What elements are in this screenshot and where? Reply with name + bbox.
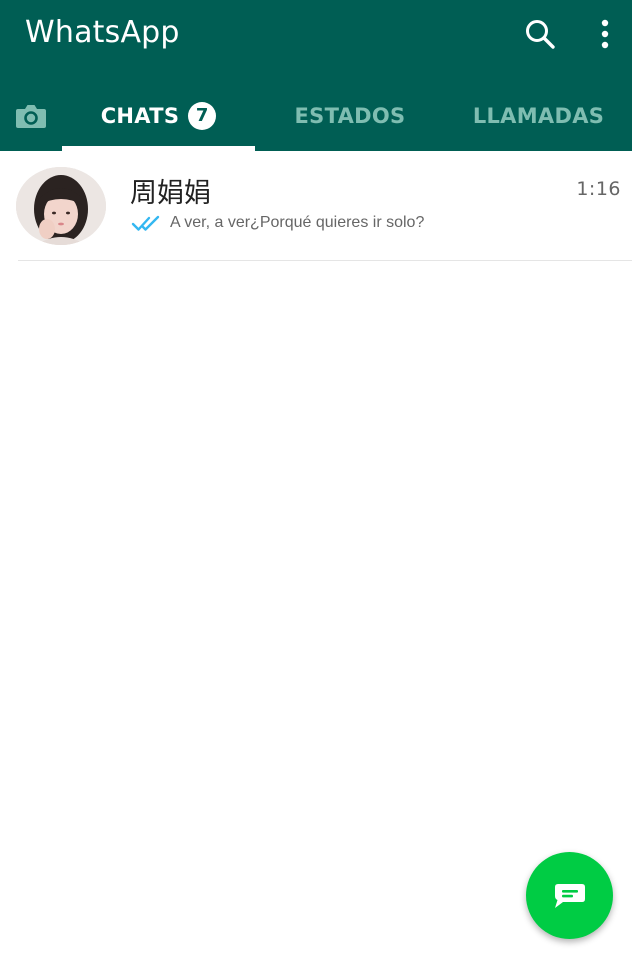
tab-chats[interactable]: CHATS 7 bbox=[62, 80, 255, 151]
avatar[interactable] bbox=[16, 167, 106, 245]
tab-llamadas[interactable]: LLAMADAS bbox=[445, 80, 632, 151]
app-bar: WhatsApp CHATS 7 ESTADOS LLAMADAS bbox=[0, 0, 632, 151]
last-message-preview: A ver, a ver¿Porqué quieres ir solo? bbox=[170, 214, 425, 231]
more-options-button[interactable] bbox=[588, 12, 622, 56]
chat-list-item[interactable]: 周娟娟 1:16 A ver, a ver¿Porqué quieres ir … bbox=[0, 151, 632, 260]
avatar-image bbox=[16, 167, 106, 245]
tab-bar: CHATS 7 ESTADOS LLAMADAS bbox=[0, 80, 632, 151]
new-chat-icon bbox=[554, 883, 585, 908]
camera-icon bbox=[16, 104, 46, 128]
new-chat-button[interactable] bbox=[526, 852, 613, 939]
chat-timestamp: 1:16 bbox=[576, 178, 621, 200]
tab-llamadas-label: LLAMADAS bbox=[472, 103, 605, 128]
tab-chats-label: CHATS bbox=[100, 103, 180, 128]
app-title: WhatsApp bbox=[25, 15, 180, 50]
more-vert-icon bbox=[601, 19, 609, 49]
chat-contact-name: 周娟娟 bbox=[130, 178, 211, 209]
chat-preview: A ver, a ver¿Porqué quieres ir solo? bbox=[131, 213, 424, 233]
unread-count-badge: 7 bbox=[188, 101, 217, 130]
double-check-icon bbox=[131, 215, 160, 231]
search-button[interactable] bbox=[520, 12, 560, 56]
tab-estados[interactable]: ESTADOS bbox=[255, 80, 445, 151]
tab-estados-label: ESTADOS bbox=[294, 103, 406, 128]
divider bbox=[18, 260, 632, 261]
search-icon bbox=[526, 20, 555, 49]
tab-camera[interactable] bbox=[0, 80, 62, 151]
